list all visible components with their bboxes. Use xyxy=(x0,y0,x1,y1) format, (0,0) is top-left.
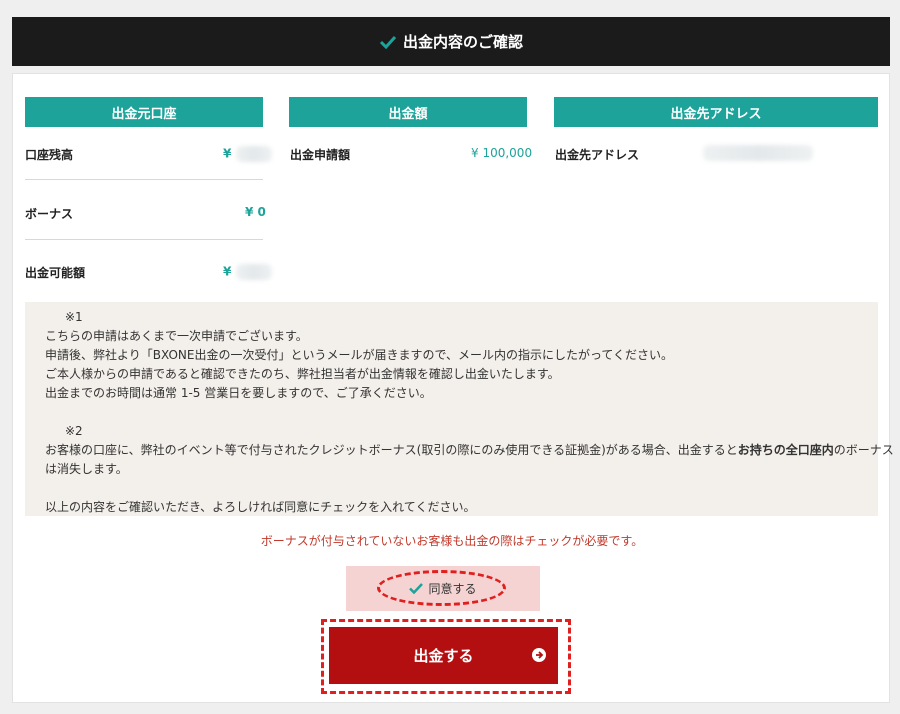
amount-value: ¥ 100,000 xyxy=(471,146,533,160)
amount-label: 出金申請額 xyxy=(290,148,351,162)
note-line: お客様の口座に、弊社のイベント等で付与されたクレジットボーナス(取引の際にのみ使… xyxy=(45,443,894,457)
note-line: こちらの申請はあくまで一次申請でございます。 xyxy=(45,329,308,343)
source-account-heading: 出金元口座 xyxy=(25,97,263,127)
destination-heading: 出金先アドレス xyxy=(554,97,878,127)
agree-checkbox[interactable]: 同意する xyxy=(346,566,540,611)
divider xyxy=(25,239,263,240)
withdraw-button[interactable]: 出金する xyxy=(329,627,558,684)
bonus-warning: ボーナスが付与されていないお客様も出金の際はチェックが必要です。 xyxy=(260,534,644,548)
destination-label: 出金先アドレス xyxy=(555,148,640,162)
agree-inner: 同意する xyxy=(409,580,477,597)
withdrawable-value: ¥ xyxy=(223,264,272,280)
bonus-value: ¥ 0 xyxy=(245,205,266,219)
closing-line: 以上の内容をご確認いただき、よろしければ同意にチェックを入れてください。 xyxy=(45,500,476,514)
check-icon xyxy=(409,583,424,594)
balance-value: ¥ xyxy=(223,146,272,162)
divider xyxy=(25,179,263,180)
notes-box: ※1 こちらの申請はあくまで一次申請でございます。 申請後、弊社より「BXONE… xyxy=(25,302,894,516)
note-line: は消失します。 xyxy=(45,462,128,476)
page-title: 出金内容のご確認 xyxy=(402,33,523,51)
page-header: 出金内容のご確認 xyxy=(12,17,890,66)
amount-heading: 出金額 xyxy=(289,97,527,127)
agree-label: 同意する xyxy=(428,582,477,596)
note1-mark: ※1 xyxy=(65,310,83,324)
redacted-withdrawable xyxy=(235,264,272,280)
note2-mark: ※2 xyxy=(65,424,83,438)
note-line: ご本人様からの申請であると確認できたのち、弊社担当者が出金情報を確認し出金いたし… xyxy=(45,367,560,381)
bonus-label: ボーナス xyxy=(25,207,74,221)
balance-label: 口座残高 xyxy=(25,148,74,162)
redacted-balance xyxy=(235,146,272,162)
withdraw-button-label: 出金する xyxy=(413,647,474,665)
confirmation-card: 出金元口座 口座残高 ¥ ボーナス ¥ 0 出金可能額 ¥ 出金額 出金申請額 … xyxy=(12,73,894,703)
redacted-address xyxy=(703,145,813,161)
note-line: 出金までのお時間は通常 1-5 営業日を要しますので、ご了承ください。 xyxy=(45,386,432,400)
note-line: 申請後、弊社より「BXONE出金の一次受付」というメールが届きますので、メール内… xyxy=(45,348,674,362)
check-icon xyxy=(379,35,397,49)
withdrawable-label: 出金可能額 xyxy=(25,266,86,280)
arrow-right-icon xyxy=(532,648,546,662)
